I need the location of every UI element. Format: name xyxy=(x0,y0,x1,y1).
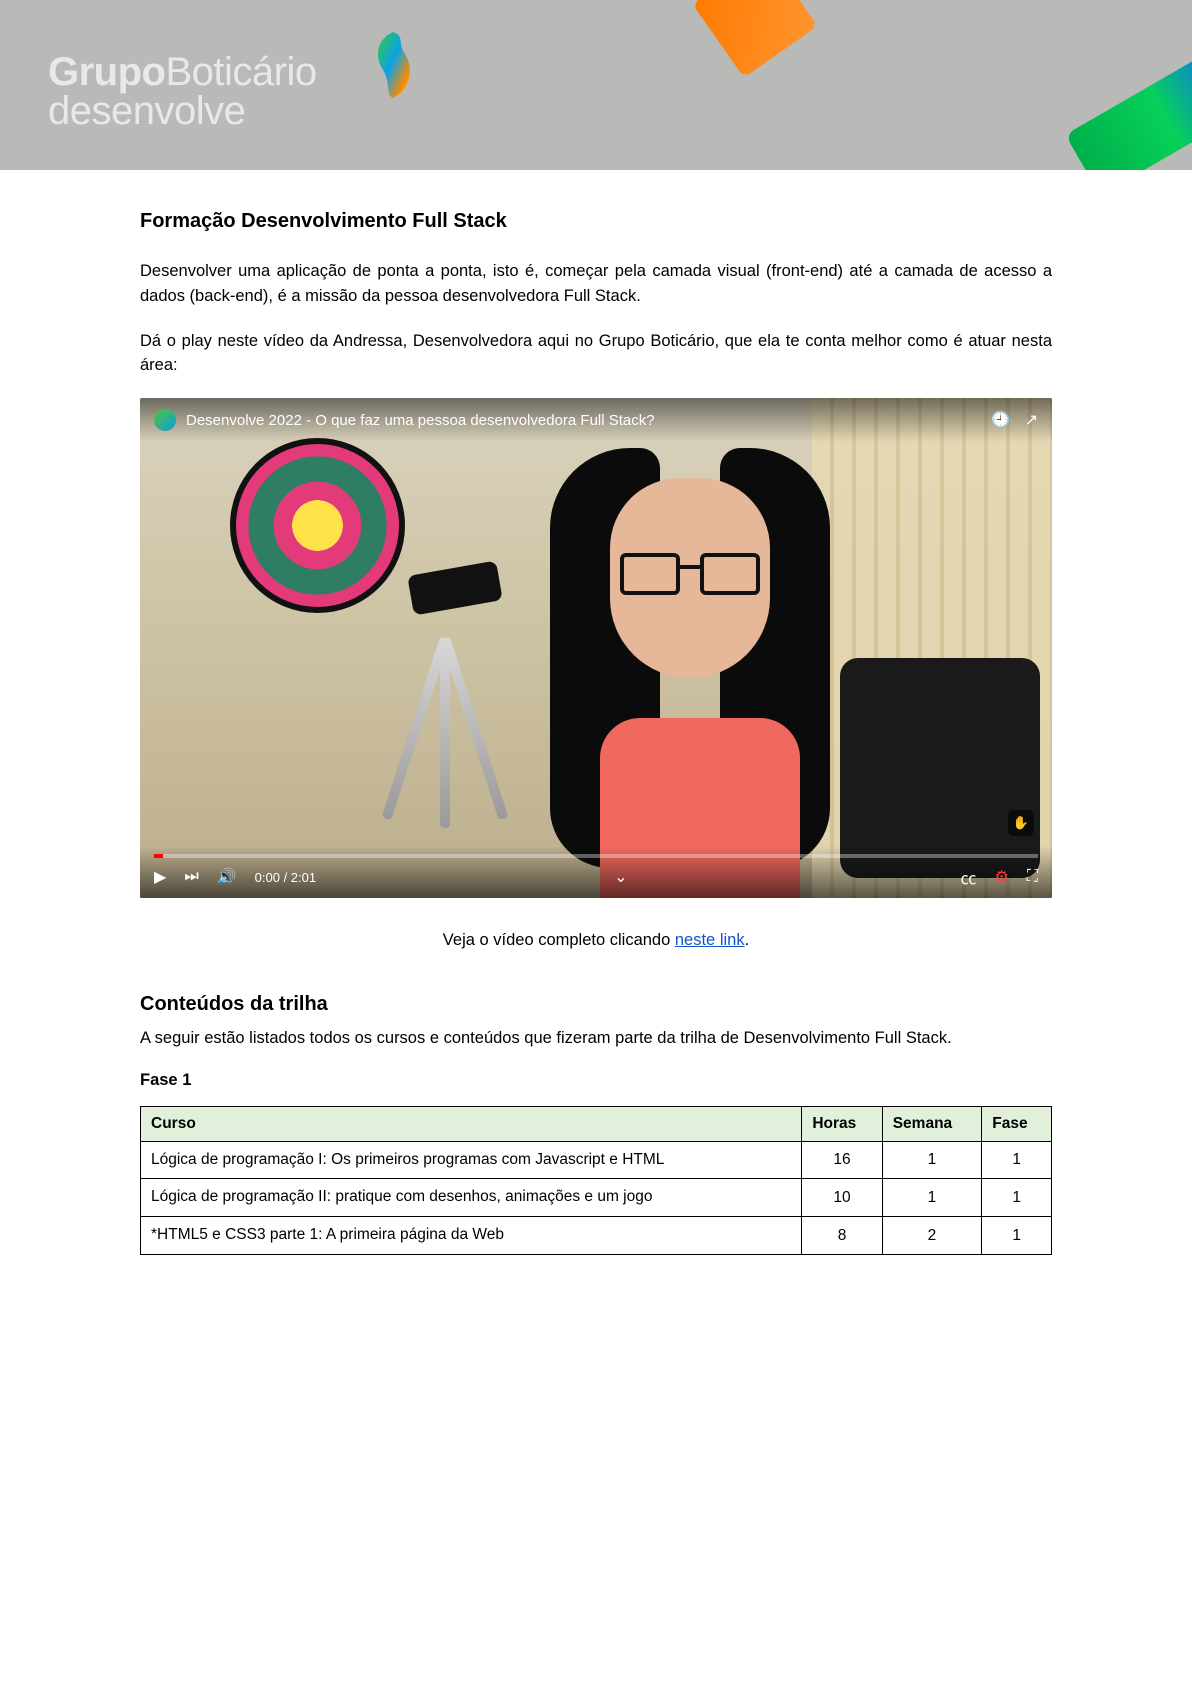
cell-course-name: *HTML5 e CSS3 parte 1: A primeira página… xyxy=(141,1217,802,1255)
contents-title: Conteúdos da trilha xyxy=(140,993,1052,1016)
video-controls-bar: ▶ ⏭ 🔊 0:00 / 2:01 ⌄ ㏄ ⚙ ⛶ xyxy=(140,846,1052,898)
video-external-link[interactable]: neste link xyxy=(675,931,745,949)
caption-suffix: . xyxy=(745,931,750,949)
caption-prefix: Veja o vídeo completo clicando xyxy=(443,931,675,949)
cell-week: 1 xyxy=(882,1179,982,1217)
page-content: Formação Desenvolvimento Full Stack Dese… xyxy=(0,170,1192,1255)
brand-word-grupo: Grupo xyxy=(48,50,165,94)
courses-table: Curso Horas Semana Fase Lógica de progra… xyxy=(140,1106,1052,1256)
scene-tripod-icon xyxy=(370,578,530,828)
cell-phase: 1 xyxy=(982,1217,1052,1255)
play-icon[interactable]: ▶ xyxy=(154,867,166,887)
table-row: Lógica de programação I: Os primeiros pr… xyxy=(141,1141,1052,1179)
decor-swoosh-orange-icon xyxy=(692,0,817,78)
col-header-fase: Fase xyxy=(982,1106,1052,1141)
scene-presenter-icon xyxy=(520,418,860,888)
page-header: GrupoBoticário desenvolve xyxy=(0,0,1192,170)
cell-course-name: Lógica de programação I: Os primeiros pr… xyxy=(141,1141,802,1179)
brand-line-2: desenvolve xyxy=(48,89,317,134)
cell-phase: 1 xyxy=(982,1141,1052,1179)
formation-title: Formação Desenvolvimento Full Stack xyxy=(140,210,1052,233)
chapters-chevron-icon[interactable]: ⌄ xyxy=(614,867,627,887)
video-time-total: 2:01 xyxy=(291,870,316,885)
brand-lockup: GrupoBoticário desenvolve xyxy=(48,50,317,134)
col-header-horas: Horas xyxy=(802,1106,882,1141)
col-header-semana: Semana xyxy=(882,1106,982,1141)
cell-phase: 1 xyxy=(982,1179,1052,1217)
next-icon[interactable]: ⏭ xyxy=(184,868,198,886)
share-icon[interactable]: ↗ xyxy=(1025,410,1038,430)
settings-gear-icon[interactable]: ⚙ xyxy=(994,867,1008,887)
video-title[interactable]: Desenvolve 2022 - O que faz uma pessoa d… xyxy=(186,412,655,429)
watch-later-icon[interactable]: 🕘 xyxy=(991,410,1011,430)
video-caption: Veja o vídeo completo clicando neste lin… xyxy=(140,928,1052,953)
table-row: *HTML5 e CSS3 parte 1: A primeira página… xyxy=(141,1217,1052,1255)
youtube-embed[interactable]: Desenvolve 2022 - O que faz uma pessoa d… xyxy=(140,398,1052,898)
video-title-bar: Desenvolve 2022 - O que faz uma pessoa d… xyxy=(140,398,1052,442)
cell-hours: 8 xyxy=(802,1217,882,1255)
video-progress-fill xyxy=(154,854,163,858)
phase-subheading: Fase 1 xyxy=(140,1071,1052,1090)
table-row: Lógica de programação II: pratique com d… xyxy=(141,1179,1052,1217)
decor-swoosh-green-icon xyxy=(1065,55,1192,170)
col-header-curso: Curso xyxy=(141,1106,802,1141)
contents-intro: A seguir estão listados todos os cursos … xyxy=(140,1026,1052,1051)
table-header-row: Curso Horas Semana Fase xyxy=(141,1106,1052,1141)
intro-paragraph-2: Dá o play neste vídeo da Andressa, Desen… xyxy=(140,329,1052,379)
brand-mark-icon xyxy=(365,30,420,100)
video-time-current: 0:00 xyxy=(255,870,280,885)
cell-week: 2 xyxy=(882,1217,982,1255)
video-progress-track[interactable] xyxy=(154,854,1038,858)
intro-paragraph-1: Desenvolver uma aplicação de ponta a pon… xyxy=(140,259,1052,309)
video-time-display: 0:00 / 2:01 xyxy=(255,870,316,885)
video-still-frame xyxy=(140,398,1052,898)
cell-week: 1 xyxy=(882,1141,982,1179)
accessibility-sign-language-icon[interactable]: ✋ xyxy=(1008,810,1034,836)
fullscreen-icon[interactable]: ⛶ xyxy=(1027,868,1038,886)
cell-hours: 16 xyxy=(802,1141,882,1179)
channel-avatar-icon[interactable] xyxy=(154,409,176,431)
cell-course-name: Lógica de programação II: pratique com d… xyxy=(141,1179,802,1217)
volume-icon[interactable]: 🔊 xyxy=(217,867,237,887)
captions-icon[interactable]: ㏄ xyxy=(960,865,976,889)
scene-chair-icon xyxy=(840,658,1040,878)
brand-word-boticario: Boticário xyxy=(165,50,316,94)
cell-hours: 10 xyxy=(802,1179,882,1217)
